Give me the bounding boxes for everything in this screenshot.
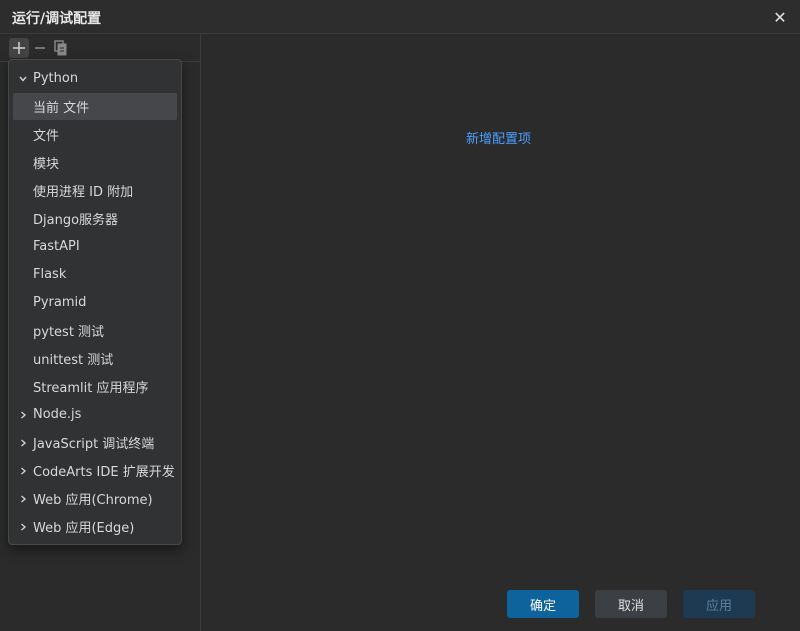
- ok-button[interactable]: 确定: [507, 590, 579, 618]
- menu-group-nodejs[interactable]: Node.js: [13, 401, 177, 428]
- menu-item-label: pytest 测试: [33, 325, 105, 340]
- menu-group-label: CodeArts IDE 扩展开发: [33, 465, 175, 480]
- menu-group-web-edge[interactable]: Web 应用(Edge): [13, 513, 177, 540]
- config-toolbar: [0, 34, 200, 62]
- chevron-right-icon: [13, 429, 33, 456]
- remove-configuration-button[interactable]: [30, 38, 50, 58]
- chevron-right-icon: [13, 485, 33, 512]
- menu-item-django[interactable]: Django服务器: [13, 205, 177, 232]
- menu-item-label: Flask: [33, 267, 67, 282]
- dialog-titlebar: 运行/调试配置 ✕: [0, 0, 800, 34]
- copy-configuration-button[interactable]: [51, 38, 71, 58]
- menu-item-attach-process[interactable]: 使用进程 ID 附加: [13, 177, 177, 204]
- chevron-right-icon: [13, 457, 33, 484]
- menu-item-label: 模块: [33, 157, 60, 172]
- menu-item-label: Pyramid: [33, 295, 87, 310]
- chevron-down-icon: [13, 65, 33, 92]
- menu-item-label: Django服务器: [33, 213, 119, 228]
- menu-group-label: JavaScript 调试终端: [33, 437, 155, 452]
- dialog-title: 运行/调试配置: [12, 11, 102, 27]
- configuration-detail-pane: 新增配置项: [202, 34, 800, 631]
- menu-group-codearts-extension[interactable]: CodeArts IDE 扩展开发: [13, 457, 177, 484]
- plus-icon: [13, 42, 25, 54]
- close-button[interactable]: ✕: [770, 7, 790, 27]
- menu-group-python[interactable]: Python: [13, 65, 177, 92]
- menu-item-unittest[interactable]: unittest 测试: [13, 345, 177, 372]
- close-icon: ✕: [773, 7, 787, 27]
- menu-item-streamlit[interactable]: Streamlit 应用程序: [13, 373, 177, 400]
- copy-icon: [54, 40, 67, 56]
- add-configuration-button[interactable]: [9, 38, 29, 58]
- menu-item-label: 使用进程 ID 附加: [33, 185, 134, 200]
- menu-group-web-chrome[interactable]: Web 应用(Chrome): [13, 485, 177, 512]
- menu-item-module[interactable]: 模块: [13, 149, 177, 176]
- cancel-button[interactable]: 取消: [595, 590, 667, 618]
- menu-item-fastapi[interactable]: FastAPI: [13, 233, 177, 260]
- menu-item-label: unittest 测试: [33, 353, 114, 368]
- menu-group-label: Web 应用(Chrome): [33, 493, 153, 508]
- chevron-right-icon: [13, 401, 33, 428]
- menu-item-current-file[interactable]: 当前 文件: [13, 93, 177, 120]
- menu-item-label: Streamlit 应用程序: [33, 381, 149, 396]
- menu-item-label: FastAPI: [33, 239, 80, 254]
- add-configuration-link[interactable]: 新增配置项: [466, 128, 531, 147]
- menu-item-flask[interactable]: Flask: [13, 261, 177, 288]
- add-configuration-dropdown: Python 当前 文件 文件 模块 使用进程 ID 附加 Django服务器 …: [8, 59, 182, 545]
- apply-button[interactable]: 应用: [683, 590, 755, 618]
- menu-item-pytest[interactable]: pytest 测试: [13, 317, 177, 344]
- menu-item-label: 文件: [33, 129, 60, 144]
- menu-item-file[interactable]: 文件: [13, 121, 177, 148]
- chevron-right-icon: [13, 513, 33, 540]
- menu-group-javascript-debug-terminal[interactable]: JavaScript 调试终端: [13, 429, 177, 456]
- menu-group-label: Web 应用(Edge): [33, 521, 135, 536]
- menu-group-label: Python: [33, 71, 79, 86]
- menu-item-label: 当前 文件: [33, 101, 90, 116]
- menu-item-pyramid[interactable]: Pyramid: [13, 289, 177, 316]
- menu-group-label: Node.js: [33, 407, 82, 422]
- minus-icon: [35, 47, 45, 49]
